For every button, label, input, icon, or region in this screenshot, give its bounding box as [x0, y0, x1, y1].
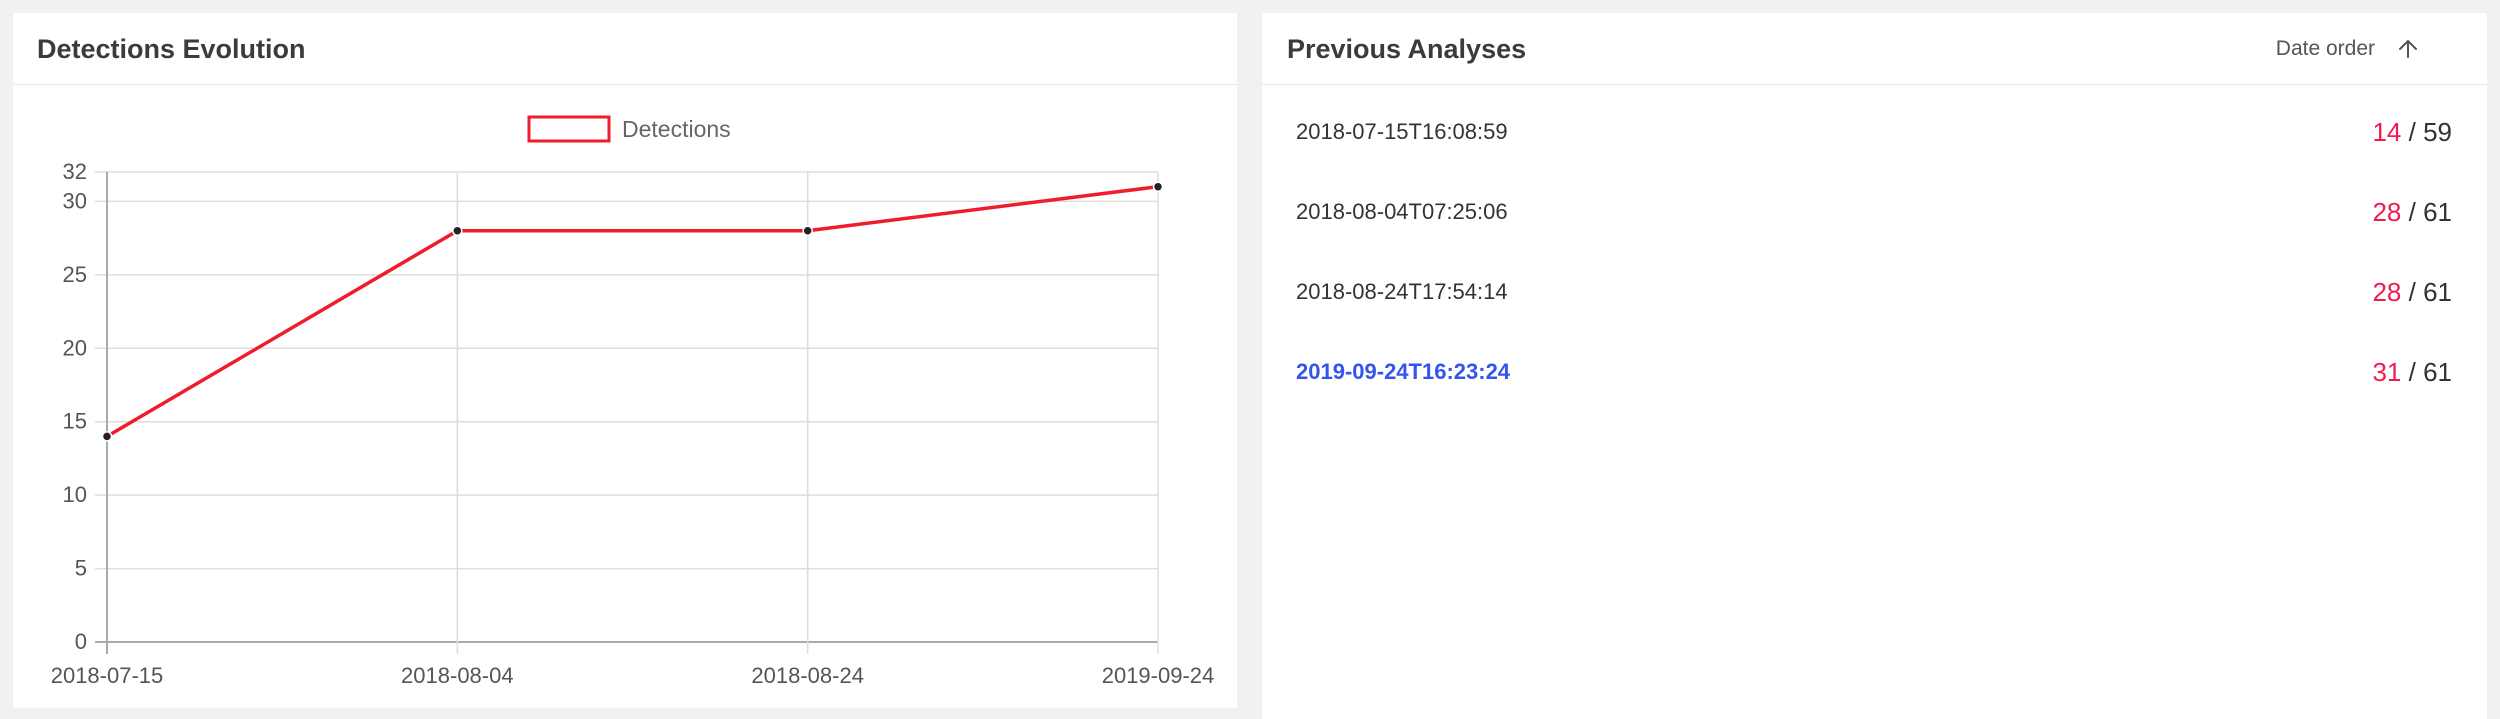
x-tick-label: 2018-08-04 [401, 663, 514, 688]
legend-label[interactable]: Detections [622, 116, 731, 142]
analysis-row[interactable]: 2018-08-04T07:25:06 28 / 61 [1262, 193, 2487, 233]
y-tick-label: 25 [63, 262, 87, 287]
previous-analyses-title: Previous Analyses [1287, 34, 1527, 64]
legend-swatch[interactable] [527, 115, 611, 143]
data-point[interactable] [1152, 181, 1164, 192]
detection-count: 28 [2372, 197, 2402, 227]
analysis-row[interactable]: 2018-08-24T17:54:14 28 / 61 [1262, 273, 2487, 313]
y-tick-label: 30 [63, 188, 87, 213]
engine-total: 59 [2423, 117, 2452, 147]
series-line-detections [106, 184, 1159, 438]
x-tick-label: 2018-07-15 [51, 663, 164, 688]
score-separator: / [2408, 357, 2416, 387]
y-tick-label: 20 [63, 335, 87, 360]
y-tick-label: 15 [63, 409, 87, 434]
analysis-score: 31 / 61 [2372, 357, 2452, 388]
detections-evolution-header: Detections Evolution [13, 13, 1237, 85]
y-tick-label: 10 [63, 482, 87, 507]
data-point[interactable] [101, 431, 113, 442]
analysis-date-link[interactable]: 2018-08-04T07:25:06 [1296, 199, 1508, 225]
detection-count: 28 [2372, 277, 2402, 307]
engine-total: 61 [2423, 197, 2452, 227]
analysis-date-link[interactable]: 2019-09-24T16:23:24 [1296, 359, 1510, 385]
detections-line-chart: 0 5 10 15 20 25 30 32 2018-07-15 2018-08-04 2018-0… [51, 115, 1215, 688]
engine-total: 61 [2423, 357, 2452, 387]
detections-evolution-panel: Detections Evolution 0 5 10 15 20 25 30 32 2018-… [13, 13, 1237, 708]
arrow-up-icon [2397, 39, 2419, 59]
analysis-date-link[interactable]: 2018-07-15T16:08:59 [1296, 119, 1508, 145]
data-point[interactable] [802, 225, 813, 236]
detection-count: 14 [2372, 117, 2402, 147]
data-point[interactable] [452, 225, 463, 236]
y-tick-label: 5 [75, 556, 87, 581]
detection-count: 31 [2372, 357, 2402, 387]
analysis-score: 28 / 61 [2372, 197, 2452, 228]
detections-evolution-title: Detections Evolution [37, 34, 306, 64]
date-order-sort-button[interactable]: Date order [2276, 35, 2419, 63]
analysis-row[interactable]: 2019-09-24T16:23:24 31 / 61 [1262, 353, 2487, 393]
previous-analyses-header: Previous Analyses Date order [1262, 13, 2487, 85]
score-separator: / [2408, 197, 2416, 227]
engine-total: 61 [2423, 277, 2452, 307]
score-separator: / [2408, 277, 2416, 307]
analysis-row[interactable]: 2018-07-15T16:08:59 14 / 59 [1262, 113, 2487, 153]
y-tick-label: 32 [63, 159, 87, 184]
y-tick-label: 0 [75, 629, 87, 654]
analysis-score: 14 / 59 [2372, 117, 2452, 148]
analysis-score: 28 / 61 [2372, 277, 2452, 308]
score-separator: / [2408, 117, 2416, 147]
previous-analyses-panel: Previous Analyses Date order 2018-07-15T… [1262, 13, 2487, 719]
x-tick-label: 2018-08-24 [751, 663, 864, 688]
analysis-date-link[interactable]: 2018-08-24T17:54:14 [1296, 279, 1508, 305]
x-tick-label: 2019-09-24 [1102, 663, 1215, 688]
date-order-label: Date order [2275, 37, 2375, 60]
